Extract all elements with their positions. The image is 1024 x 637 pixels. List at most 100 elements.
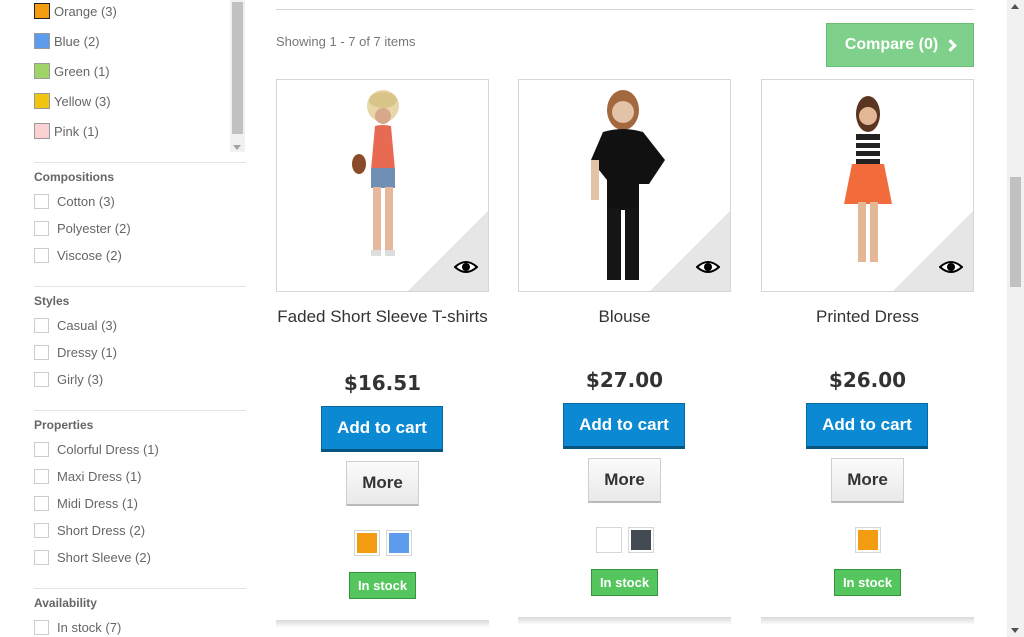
add-to-cart-button[interactable]: Add to cart [563, 403, 685, 449]
more-button[interactable]: More [346, 461, 419, 506]
checkbox[interactable] [34, 247, 49, 263]
scrollbar-thumb[interactable] [1010, 177, 1021, 287]
checkbox[interactable] [34, 344, 49, 360]
more-button[interactable]: More [831, 458, 904, 503]
stock-badge: In stock [591, 569, 658, 596]
color-filter-list: Orange (3) Blue (2) Green (1) Yellow (3)… [34, 0, 230, 150]
checkbox[interactable] [34, 549, 49, 565]
results-count: Showing 1 - 7 of 7 items [276, 34, 416, 49]
divider [34, 410, 246, 411]
color-option-orange[interactable] [353, 530, 380, 556]
product-price: $26.00 [828, 368, 907, 392]
product-image[interactable] [518, 79, 731, 292]
compare-label: Compare (0) [844, 36, 939, 53]
filter-label: Casual (3) [57, 317, 117, 333]
color-option-blue[interactable] [385, 530, 412, 556]
color-options [518, 527, 731, 553]
color-label: Pink (1) [54, 123, 99, 139]
more-button[interactable]: More [588, 458, 661, 503]
color-option-orange[interactable] [854, 527, 881, 553]
color-filter-pink[interactable]: Pink (1) [34, 121, 99, 141]
scroll-down-arrow-icon[interactable] [233, 145, 241, 150]
color-label: Orange (3) [54, 3, 117, 19]
scrollbar-thumb[interactable] [232, 2, 243, 134]
divider [34, 588, 246, 589]
product-image[interactable] [276, 79, 489, 292]
color-option-black[interactable] [627, 527, 654, 553]
filter-polyester[interactable]: Polyester (2) [34, 220, 131, 236]
filter-label: In stock (7) [57, 619, 122, 635]
eye-icon[interactable] [454, 259, 478, 275]
filter-label: Midi Dress (1) [57, 495, 138, 511]
color-option-white[interactable] [595, 527, 622, 553]
checkbox[interactable] [34, 193, 49, 209]
color-swatch [34, 33, 50, 49]
stock-badge: In stock [349, 572, 416, 599]
checkbox[interactable] [34, 441, 49, 457]
page-scrollbar[interactable] [1007, 0, 1024, 637]
filter-cotton[interactable]: Cotton (3) [34, 193, 115, 209]
scroll-up-arrow-icon[interactable] [1011, 4, 1019, 9]
color-swatch [34, 123, 50, 139]
filter-dressy[interactable]: Dressy (1) [34, 344, 117, 360]
color-options [276, 530, 489, 556]
quick-view-corner [893, 211, 973, 291]
filter-casual[interactable]: Casual (3) [34, 317, 117, 333]
add-to-cart-button[interactable]: Add to cart [806, 403, 928, 449]
color-swatch [34, 3, 50, 19]
product-price: $27.00 [585, 368, 664, 392]
product-name[interactable]: Faded Short Sleeve T-shirts [276, 305, 489, 328]
properties-title: Properties [34, 418, 94, 432]
filter-label: Cotton (3) [57, 193, 115, 209]
checkbox[interactable] [34, 495, 49, 511]
divider [34, 162, 246, 163]
color-filter-green[interactable]: Green (1) [34, 61, 110, 81]
checkbox[interactable] [34, 317, 49, 333]
scroll-down-arrow-icon[interactable] [1011, 628, 1019, 633]
filter-label: Dressy (1) [57, 344, 117, 360]
color-label: Green (1) [54, 63, 110, 79]
filter-colorful-dress[interactable]: Colorful Dress (1) [34, 441, 159, 457]
add-to-cart-button[interactable]: Add to cart [321, 406, 443, 452]
filter-label: Girly (3) [57, 371, 104, 387]
color-filter-blue[interactable]: Blue (2) [34, 31, 100, 51]
filter-maxi-dress[interactable]: Maxi Dress (1) [34, 468, 142, 484]
card-footer [276, 620, 489, 628]
product-name[interactable]: Printed Dress [761, 305, 974, 328]
eye-icon[interactable] [696, 259, 720, 275]
filter-short-sleeve[interactable]: Short Sleeve (2) [34, 549, 151, 565]
filter-viscose[interactable]: Viscose (2) [34, 247, 122, 263]
quick-view-corner [408, 211, 488, 291]
filter-in-stock[interactable]: In stock (7) [34, 619, 121, 635]
filter-label: Colorful Dress (1) [57, 441, 159, 457]
compositions-title: Compositions [34, 170, 114, 184]
quick-view-corner [650, 211, 730, 291]
eye-icon[interactable] [939, 259, 963, 275]
color-swatch [34, 93, 50, 109]
filter-girly[interactable]: Girly (3) [34, 371, 103, 387]
checkbox[interactable] [34, 220, 49, 236]
page: Orange (3) Blue (2) Green (1) Yellow (3)… [0, 0, 1024, 637]
checkbox[interactable] [34, 468, 49, 484]
color-label: Blue (2) [54, 33, 100, 49]
filter-label: Viscose (2) [57, 247, 122, 263]
filter-label: Maxi Dress (1) [57, 468, 142, 484]
filter-label: Short Dress (2) [57, 522, 146, 538]
color-filter-yellow[interactable]: Yellow (3) [34, 91, 111, 111]
product-name[interactable]: Blouse [518, 305, 731, 328]
color-filter-orange[interactable]: Orange (3) [34, 1, 117, 21]
checkbox[interactable] [34, 522, 49, 538]
product-image[interactable] [761, 79, 974, 292]
color-options [761, 527, 974, 553]
checkbox[interactable] [34, 371, 49, 387]
compare-button[interactable]: Compare (0) [826, 23, 974, 67]
filter-midi-dress[interactable]: Midi Dress (1) [34, 495, 138, 511]
filter-short-dress[interactable]: Short Dress (2) [34, 522, 145, 538]
filter-label: Short Sleeve (2) [57, 549, 151, 565]
color-swatch [34, 63, 50, 79]
styles-title: Styles [34, 294, 70, 308]
color-list-scrollbar[interactable] [230, 0, 245, 152]
card-footer [761, 617, 974, 625]
product-price: $16.51 [343, 371, 422, 395]
checkbox[interactable] [34, 619, 49, 635]
